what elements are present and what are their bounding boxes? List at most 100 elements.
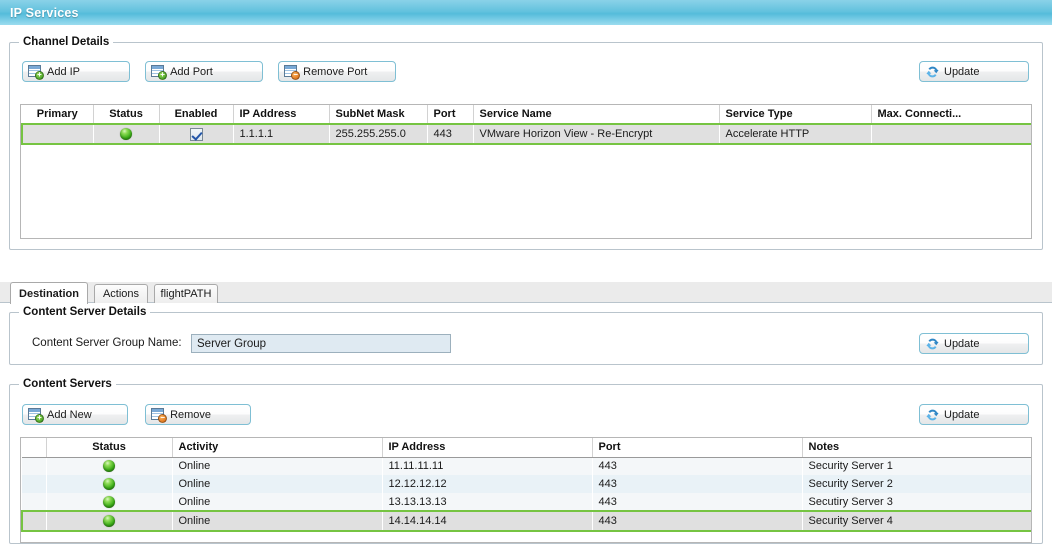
channel-details-panel: Channel Details + Add IP + Add Port − Re… <box>9 36 1043 250</box>
cell-spacer <box>22 457 46 475</box>
remove-icon: − <box>151 407 168 423</box>
cell-cs-status <box>46 457 172 475</box>
refresh-icon <box>925 337 940 351</box>
column-header-max-connections[interactable]: Max. Connecti... <box>871 105 1031 125</box>
cell-notes: Secutiry Server 3 <box>802 493 1031 511</box>
cell-spacer <box>22 475 46 493</box>
content-servers-table: Status Activity IP Address Port Notes On… <box>21 438 1031 532</box>
add-new-button-label: Add New <box>47 408 92 421</box>
add-new-button[interactable]: + Add New <box>22 404 128 425</box>
table-row[interactable]: Online 14.14.14.14 443 Security Server 4 <box>21 510 1031 532</box>
column-header-service-name[interactable]: Service Name <box>473 105 720 125</box>
cell-notes: Security Server 4 <box>802 510 1031 532</box>
add-port-button[interactable]: + Add Port <box>145 61 264 82</box>
content-server-group-name-label: Content Server Group Name: <box>32 337 182 349</box>
cell-cs-status <box>46 475 172 493</box>
channel-details-grid[interactable]: Primary Status Enabled IP Address SubNet… <box>20 104 1032 239</box>
window-title-bar: IP Services <box>0 0 1052 26</box>
cell-activity: Online <box>172 493 382 511</box>
column-header-port[interactable]: Port <box>427 105 474 125</box>
column-header-status[interactable]: Status <box>93 105 160 125</box>
column-header-enabled[interactable]: Enabled <box>159 105 234 125</box>
content-servers-toolbar: + Add New − Remove <box>22 404 252 425</box>
content-servers-update-label: Update <box>944 408 980 421</box>
table-row[interactable]: Online 12.12.12.12 443 Security Server 2 <box>22 475 1031 493</box>
cell-spacer <box>21 510 46 532</box>
cell-cs-ip: 12.12.12.12 <box>382 475 592 493</box>
remove-button[interactable]: − Remove <box>145 404 252 425</box>
refresh-icon <box>925 408 940 422</box>
cell-notes: Security Server 2 <box>802 475 1031 493</box>
tab-actions-label: Actions <box>102 288 140 300</box>
enabled-checkbox[interactable] <box>189 127 203 141</box>
tab-actions[interactable]: Actions <box>94 284 148 303</box>
cell-max-connections <box>871 123 1031 145</box>
tab-destination[interactable]: Destination <box>10 282 88 304</box>
cell-cs-port: 443 <box>592 493 802 511</box>
remove-port-button-label: Remove Port <box>303 65 368 78</box>
add-ip-button[interactable]: + Add IP <box>22 61 130 82</box>
channel-details-update-label: Update <box>944 65 980 78</box>
table-row[interactable]: 1.1.1.1 255.255.255.0 443 VMware Horizon… <box>21 123 1031 145</box>
cell-cs-ip: 13.13.13.13 <box>382 493 592 511</box>
column-header-service-type[interactable]: Service Type <box>719 105 872 125</box>
content-servers-header-row: Status Activity IP Address Port Notes <box>22 438 1031 458</box>
cell-activity: Online <box>172 457 382 475</box>
status-online-icon <box>103 495 115 508</box>
column-header-activity[interactable]: Activity <box>172 438 383 458</box>
content-servers-panel: Content Servers + Add New − Remove Updat… <box>9 378 1043 544</box>
channel-details-update-button[interactable]: Update <box>919 61 1029 82</box>
cell-port: 443 <box>427 123 473 145</box>
status-online-icon <box>120 128 132 141</box>
column-header-ip-address[interactable]: IP Address <box>233 105 330 125</box>
column-header-primary[interactable]: Primary <box>22 105 94 125</box>
add-ip-button-label: Add IP <box>47 65 81 78</box>
column-header-notes[interactable]: Notes <box>802 438 1031 458</box>
status-online-icon <box>103 460 115 473</box>
content-servers-update-button[interactable]: Update <box>919 404 1029 425</box>
add-port-button-label: Add Port <box>170 65 213 78</box>
cell-activity: Online <box>172 510 382 532</box>
tab-destination-label: Destination <box>19 287 79 300</box>
status-online-icon <box>103 515 115 528</box>
channel-details-header-row: Primary Status Enabled IP Address SubNet… <box>22 105 1031 125</box>
column-header-spacer <box>22 438 47 458</box>
remove-port-icon: − <box>284 64 301 80</box>
cell-cs-status <box>46 493 172 511</box>
tab-flightpath[interactable]: flightPATH <box>154 284 218 303</box>
content-server-group-name-input[interactable] <box>191 334 451 353</box>
column-header-subnet-mask[interactable]: SubNet Mask <box>329 105 428 125</box>
column-header-cs-port[interactable]: Port <box>592 438 803 458</box>
content-server-details-legend: Content Server Details <box>19 306 151 318</box>
cell-notes: Security Server 1 <box>802 457 1031 475</box>
cell-cs-status <box>46 510 172 532</box>
add-ip-icon: + <box>28 64 44 80</box>
cell-service-type: Accelerate HTTP <box>719 123 871 145</box>
table-row[interactable]: Online 13.13.13.13 443 Secutiry Server 3 <box>22 493 1031 511</box>
cell-cs-port: 443 <box>592 510 802 532</box>
content-servers-legend: Content Servers <box>19 378 116 390</box>
cell-subnet-mask: 255.255.255.0 <box>329 123 427 145</box>
channel-details-table: Primary Status Enabled IP Address SubNet… <box>21 105 1031 145</box>
content-server-details-panel: Content Server Details Content Server Gr… <box>9 306 1043 365</box>
page-title: IP Services <box>10 5 79 20</box>
tab-strip: Destination Actions flightPATH <box>0 282 1052 304</box>
add-new-icon: + <box>28 407 44 423</box>
cell-enabled[interactable] <box>159 123 233 145</box>
remove-port-button[interactable]: − Remove Port <box>278 61 397 82</box>
content-servers-grid[interactable]: Status Activity IP Address Port Notes On… <box>20 437 1032 543</box>
cell-activity: Online <box>172 475 382 493</box>
cell-cs-port: 443 <box>592 457 802 475</box>
content-server-details-update-button[interactable]: Update <box>919 333 1029 354</box>
status-online-icon <box>103 478 115 491</box>
add-port-icon: + <box>151 64 168 80</box>
channel-details-toolbar: + Add IP + Add Port − Remove Port <box>22 61 397 82</box>
cell-status <box>93 123 159 145</box>
column-header-cs-ip[interactable]: IP Address <box>382 438 593 458</box>
channel-details-legend: Channel Details <box>19 36 114 48</box>
cell-service-name: VMware Horizon View - Re-Encrypt <box>473 123 719 145</box>
cell-ip-address: 1.1.1.1 <box>233 123 329 145</box>
cell-cs-ip: 11.11.11.11 <box>382 457 592 475</box>
column-header-cs-status[interactable]: Status <box>46 438 173 458</box>
table-row[interactable]: Online 11.11.11.11 443 Security Server 1 <box>22 457 1031 475</box>
